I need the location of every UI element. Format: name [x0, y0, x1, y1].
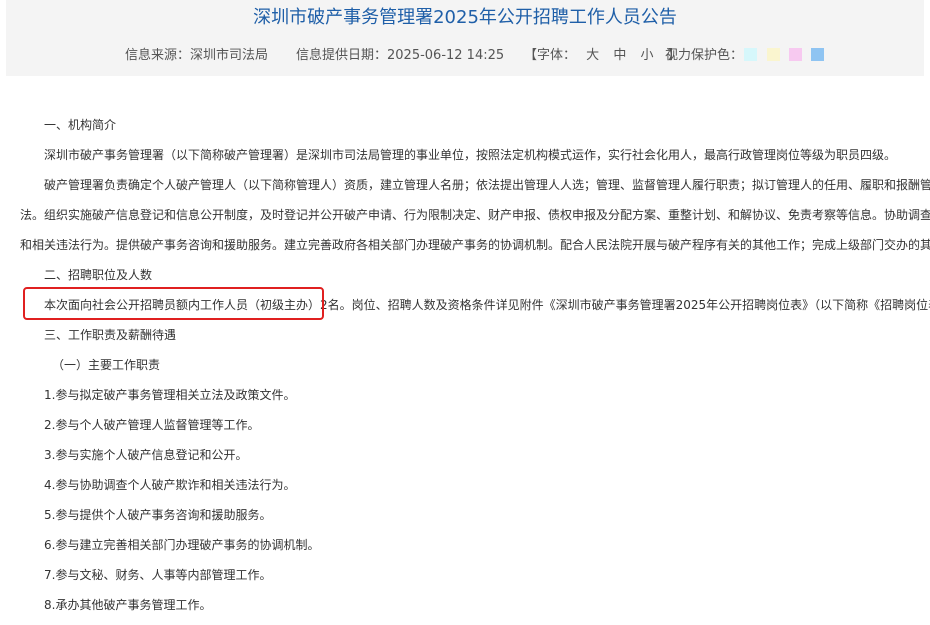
- article-title: 深圳市破产事务管理署2025年公开招聘工作人员公告: [253, 7, 677, 28]
- paragraph-line: 深圳市破产事务管理署（以下简称破产管理署）是深圳市司法局管理的事业单位，按照法定…: [44, 148, 897, 162]
- list-item: 3.参与实施个人破产信息登记和公开。: [44, 448, 248, 462]
- paragraph-line: 和相关违法行为。提供破产事务咨询和援助服务。建立完善政府各相关部门办理破产事务的…: [20, 238, 930, 252]
- article-header: 深圳市破产事务管理署2025年公开招聘工作人员公告 信息来源：深圳市司法局 信息…: [6, 0, 924, 76]
- list-item: 1.参与拟定破产事务管理相关立法及政策文件。: [44, 388, 296, 402]
- font-size-control: 【字体： 大 中 小 】: [524, 46, 681, 66]
- highlight-annotation-box: [23, 287, 324, 320]
- vision-color-label: 视力保护色：: [665, 48, 744, 63]
- section-heading-duties: 三、工作职责及薪酬待遇: [44, 328, 177, 342]
- font-size-large-link[interactable]: 大: [586, 48, 599, 63]
- paragraph-line: 破产管理署负责确定个人破产管理人（以下简称管理人）资质，建立管理人名册；依法提出…: [44, 178, 930, 192]
- vision-color-cyan-swatch[interactable]: [744, 48, 757, 61]
- vision-color-yellow-swatch[interactable]: [767, 48, 780, 61]
- font-size-medium-link[interactable]: 中: [613, 48, 626, 63]
- section-heading-intro: 一、机构简介: [44, 118, 117, 132]
- list-item: 2.参与个人破产管理人监督管理等工作。: [44, 418, 260, 432]
- vision-color-blue-swatch[interactable]: [811, 48, 824, 61]
- vision-color-pink-swatch[interactable]: [789, 48, 802, 61]
- info-date: 信息提供日期：2025-06-12 14:25: [296, 48, 505, 63]
- list-item: 8.承办其他破产事务管理工作。: [44, 598, 212, 612]
- font-size-label: 【字体：: [524, 48, 577, 63]
- info-source: 信息来源：深圳市司法局: [125, 48, 269, 63]
- subsection-heading-duties: （一）主要工作职责: [52, 358, 161, 372]
- list-item: 4.参与协助调查个人破产欺诈和相关违法行为。: [44, 478, 296, 492]
- list-item: 7.参与文秘、财务、人事等内部管理工作。: [44, 568, 272, 582]
- section-heading-positions: 二、招聘职位及人数: [44, 268, 153, 282]
- font-size-small-link[interactable]: 小: [640, 48, 653, 63]
- paragraph-line: 法。组织实施破产信息登记和信息公开制度，及时登记并公开破产申请、行为限制决定、财…: [20, 208, 930, 222]
- page: 深圳市破产事务管理署2025年公开招聘工作人员公告 信息来源：深圳市司法局 信息…: [0, 0, 930, 625]
- list-item: 5.参与提供个人破产事务咨询和援助服务。: [44, 508, 272, 522]
- list-item: 6.参与建立完善相关部门办理破产事务的协调机制。: [44, 538, 320, 552]
